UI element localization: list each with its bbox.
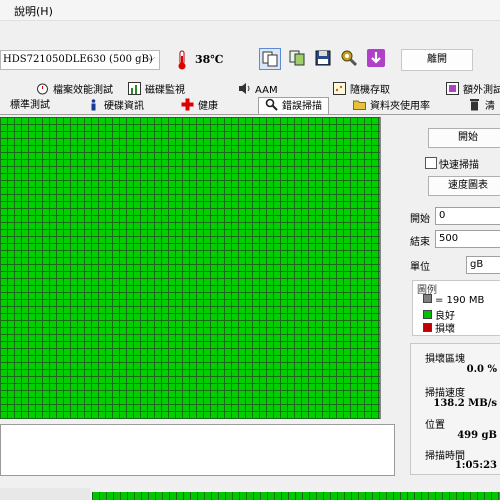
gear-wrench-icon: [341, 50, 358, 67]
exit-button[interactable]: 離開: [401, 49, 473, 71]
scan-speed-value: 138.2 MB/s: [433, 398, 497, 409]
extra-test-icon: [446, 82, 459, 95]
menu-bar: 說明(H): [0, 0, 500, 21]
temperature-readout: 38℃: [195, 53, 224, 66]
random-chart-icon: [333, 82, 346, 95]
legend-item-bad: 損壞: [423, 320, 455, 335]
start-position-label: 開始: [410, 214, 430, 225]
unit-select[interactable]: gB: [466, 256, 500, 274]
save-button[interactable]: [313, 48, 335, 70]
legend-bad-label: 損壞: [435, 324, 455, 335]
chevron-down-icon: ⌵: [147, 53, 155, 64]
legend-block-size: = 190 MB: [435, 295, 485, 306]
tab-health[interactable]: 健康: [181, 98, 218, 114]
options-button[interactable]: [339, 48, 361, 70]
legend-swatch-red: [423, 323, 432, 332]
info-icon: [91, 99, 96, 111]
download-button[interactable]: [366, 48, 388, 70]
stopwatch-icon: [37, 83, 48, 95]
download-arrow-icon: [367, 49, 385, 67]
legend-box: 圖例 = 190 MB 良好 損壞: [412, 280, 500, 336]
tab-label: AAM: [255, 85, 278, 96]
damaged-blocks-label: 損壞區塊: [425, 354, 465, 365]
drive-select[interactable]: HDS721050DLE630 (500 gB) ⌵: [0, 50, 160, 70]
tab-label: 健康: [198, 101, 218, 112]
start-scan-button[interactable]: 開始: [428, 128, 500, 148]
menu-help[interactable]: 說明(H): [14, 3, 53, 19]
speaker-icon: [239, 83, 250, 94]
chart-icon: [128, 82, 141, 95]
tab-folder-usage[interactable]: 資料夾使用率: [353, 98, 430, 114]
legend-swatch-green: [423, 310, 432, 319]
copy-text-button[interactable]: [259, 48, 281, 70]
status-bar-left: [0, 488, 90, 500]
legend-swatch-gray: [423, 294, 432, 303]
magnifier-icon: [265, 98, 278, 111]
tab-disk-info[interactable]: 硬碟資訊: [87, 98, 144, 114]
quick-scan-label: 快速掃描: [439, 160, 479, 171]
copy-icon: [262, 51, 278, 67]
tab-label: 錯誤掃描: [282, 101, 322, 112]
unit-label: 單位: [410, 262, 430, 273]
tab-aam[interactable]: AAM: [238, 82, 278, 98]
drive-select-value: HDS721050DLE630 (500 gB): [3, 54, 153, 65]
thermometer-icon: [178, 50, 186, 70]
copy-image-button[interactable]: [287, 48, 309, 70]
tab-file-benchmark[interactable]: 檔案效能測試: [36, 82, 113, 98]
position-label: 位置: [425, 420, 445, 431]
tab-label: 額外測試: [463, 85, 500, 96]
tab-label: 隨機存取: [350, 85, 390, 96]
scan-time-value: 1:05:23: [454, 460, 497, 471]
tab-label: 磁碟監視: [145, 85, 185, 96]
position-value: 499 gB: [457, 430, 497, 441]
quick-scan-checkbox[interactable]: [425, 157, 437, 169]
tab-standard-benchmark[interactable]: 標準測試: [10, 98, 50, 114]
tab-label: 資料夾使用率: [370, 101, 430, 112]
tab-random-access[interactable]: 隨機存取: [333, 82, 390, 98]
scan-stats-box: 損壞區塊 0.0 % 掃描速度 138.2 MB/s 位置 499 gB 掃描時…: [410, 343, 500, 475]
end-position-label: 結束: [410, 237, 430, 248]
copy-image-icon: [289, 50, 305, 66]
scan-speed-label: 掃描速度: [425, 388, 465, 399]
folder-icon: [353, 100, 366, 110]
legend-item-block: = 190 MB: [423, 294, 484, 306]
tab-label: 清: [485, 101, 495, 112]
end-position-input[interactable]: 500: [435, 230, 500, 248]
damaged-blocks-value: 0.0 %: [466, 364, 497, 375]
scan-log-box[interactable]: [0, 424, 395, 476]
progress-strip: [92, 492, 500, 500]
tab-divider: [0, 114, 500, 115]
floppy-disk-icon: [315, 50, 331, 66]
trash-icon: [470, 99, 479, 111]
tab-label: 標準測試: [10, 100, 50, 111]
speed-map-button[interactable]: 速度圖表: [428, 176, 500, 196]
tab-disk-monitor[interactable]: 磁碟監視: [128, 82, 185, 98]
start-position-input[interactable]: 0: [435, 207, 500, 225]
tab-erase[interactable]: 清: [468, 98, 495, 114]
tab-extra-tests[interactable]: 額外測試: [446, 82, 500, 98]
error-scan-block-map: [0, 117, 381, 419]
tab-error-scan[interactable]: 錯誤掃描: [258, 97, 329, 115]
health-cross-icon: [181, 98, 194, 111]
tab-label: 硬碟資訊: [104, 101, 144, 112]
tab-label: 檔案效能測試: [53, 85, 113, 96]
